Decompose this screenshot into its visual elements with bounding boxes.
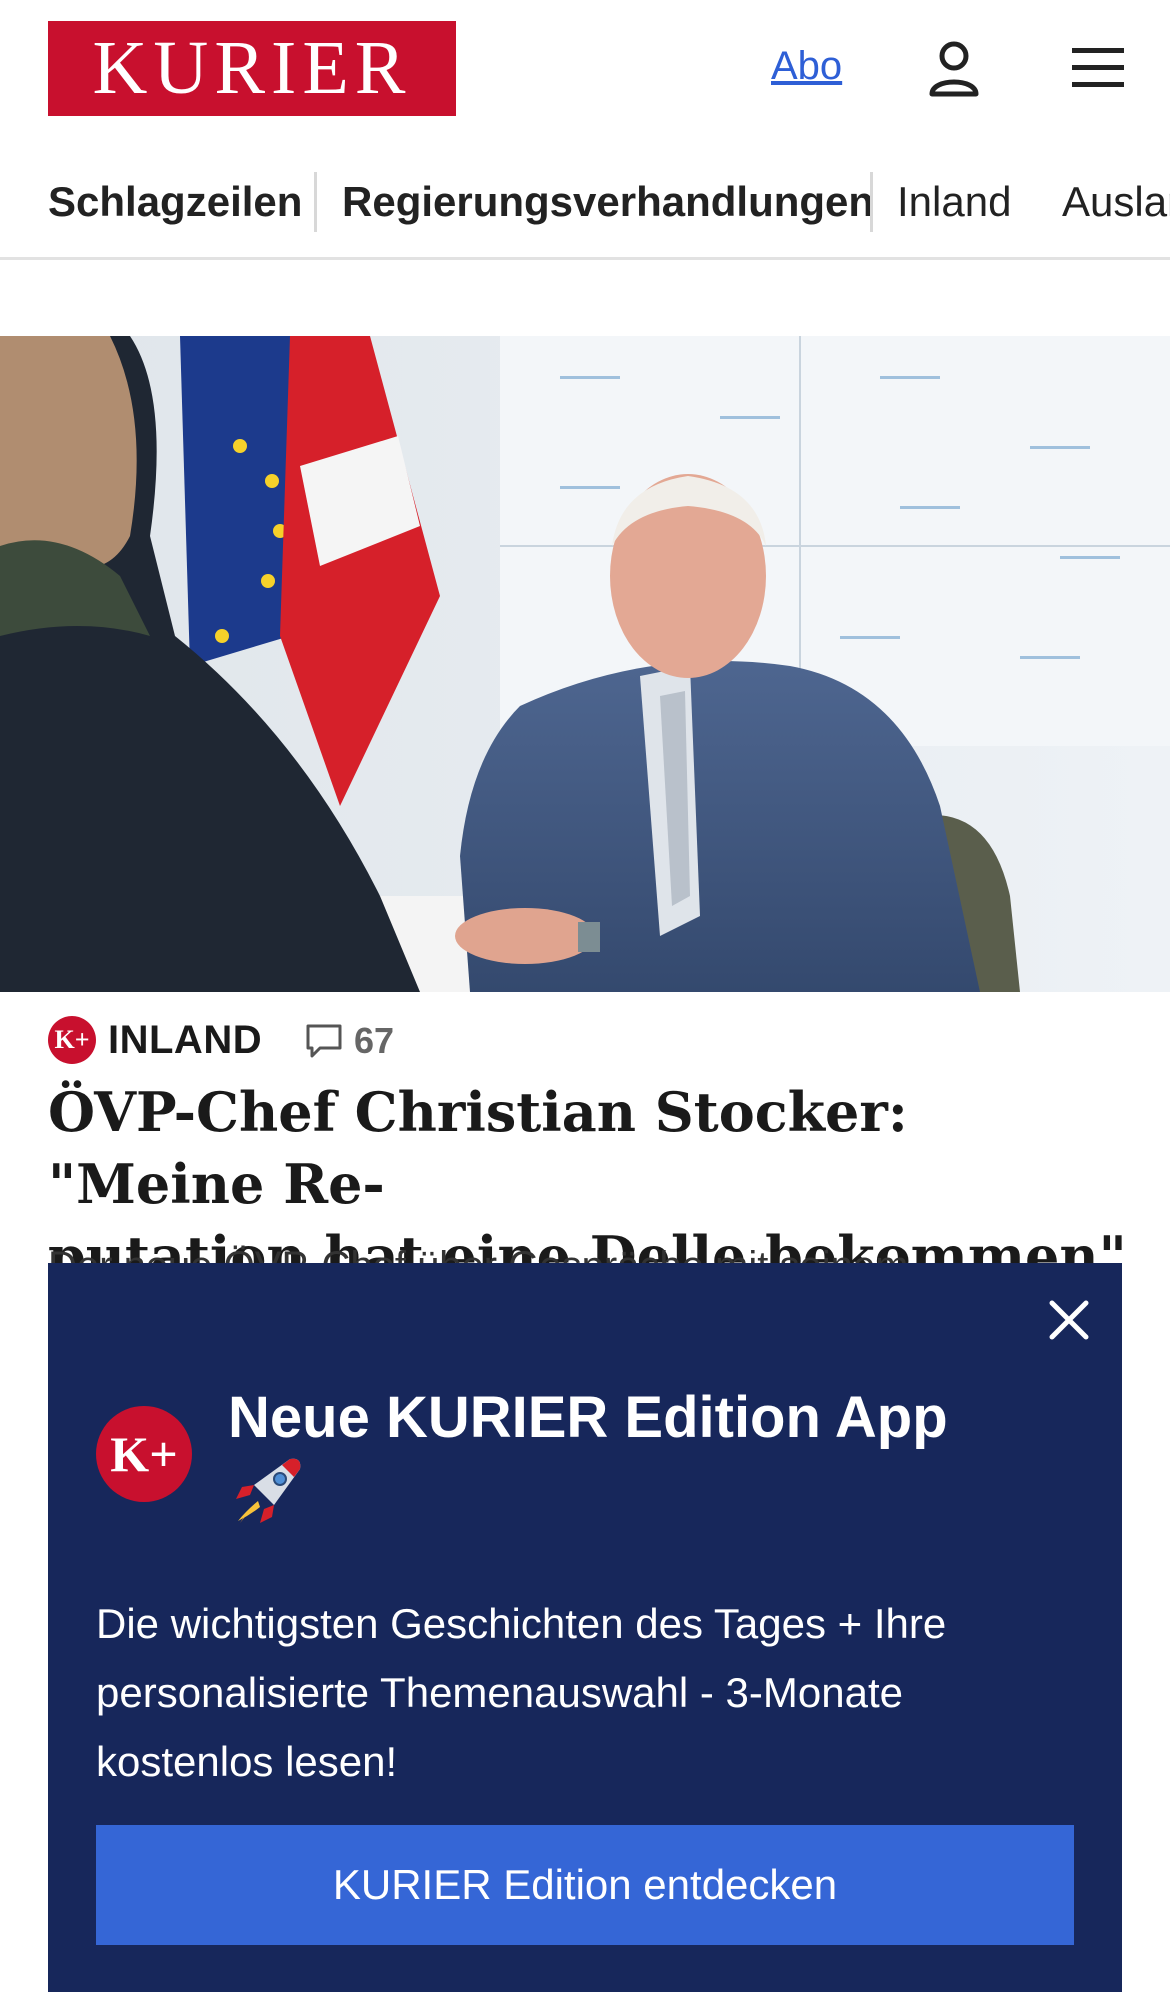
kurier-plus-logo: K+: [96, 1406, 192, 1502]
headline-line: ÖVP-Chef Christian Stocker: "Meine Re-: [48, 1080, 908, 1216]
article-meta: K+ INLAND 67: [48, 1016, 1148, 1066]
site-header: KURIER Abo: [0, 0, 1170, 140]
nav-divider: [314, 172, 317, 232]
nav-item-ausland[interactable]: Ausland: [1062, 178, 1170, 226]
article-category[interactable]: INLAND: [108, 1018, 262, 1063]
article-hero-image[interactable]: [0, 336, 1170, 992]
nav-item-schlagzeilen[interactable]: Schlagzeilen: [48, 178, 302, 226]
abo-link[interactable]: Abo: [771, 44, 842, 89]
nav-item-inland[interactable]: Inland: [897, 178, 1011, 226]
article-teaser: Der neue ÖVP-Chef über Gespräche mit sei…: [48, 1244, 1128, 1264]
comment-count[interactable]: 67: [354, 1020, 394, 1062]
nav-item-regierungsverhandlungen[interactable]: Regierungsverhandlungen: [342, 178, 874, 226]
app-promo-overlay: K+ Neue KURIER Edition App Die wichtigst…: [48, 1263, 1122, 1992]
comment-icon[interactable]: [304, 1022, 344, 1060]
kurier-logo[interactable]: KURIER: [48, 21, 456, 116]
rocket-icon: [236, 1458, 301, 1523]
close-icon[interactable]: [1042, 1293, 1096, 1347]
hamburger-menu-icon[interactable]: [1070, 44, 1126, 92]
promo-title: Neue KURIER Edition App: [228, 1385, 948, 1450]
nav-divider: [870, 172, 873, 232]
section-nav: Schlagzeilen Regierungsverhandlungen Inl…: [0, 160, 1170, 260]
promo-description: Die wichtigsten Geschichten des Tages + …: [96, 1600, 947, 1785]
kurier-plus-badge: K+: [48, 1016, 96, 1064]
discover-edition-button[interactable]: KURIER Edition entdecken: [96, 1825, 1074, 1945]
user-icon[interactable]: [928, 40, 980, 98]
